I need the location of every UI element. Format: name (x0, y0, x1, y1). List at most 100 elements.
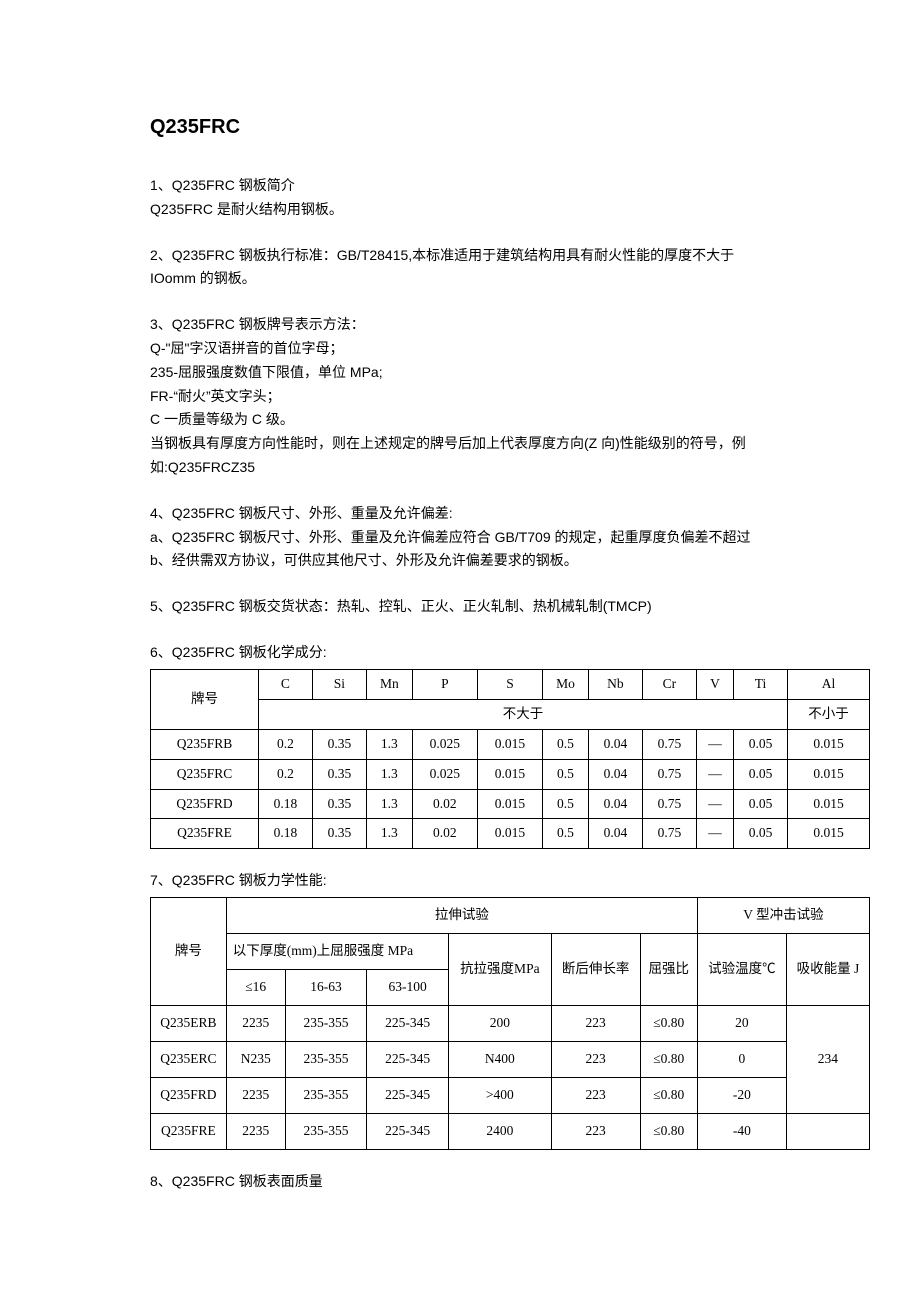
cell: 225-345 (367, 1113, 449, 1149)
cell: 0.015 (788, 789, 870, 819)
section-3-line3: FR-“耐火”英文字头； (150, 385, 780, 409)
section-4-a: a、Q235FRC 钢板尺寸、外形、重量及允许偏差应符合 GB/T709 的规定… (150, 526, 780, 550)
cell: 0.75 (642, 789, 696, 819)
col-impact: V 型冲击试验 (697, 898, 869, 934)
cell: 0.2 (258, 759, 312, 789)
cell: — (696, 729, 733, 759)
cell: -40 (697, 1113, 786, 1149)
document-page: Q235FRC 1、Q235FRC 钢板简介 Q235FRC 是耐火结构用钢板。… (0, 0, 920, 1301)
cell: Q235FRD (151, 789, 259, 819)
col-yield-ratio: 屈强比 (640, 934, 697, 1006)
cell: 0.015 (788, 819, 870, 849)
cell: ≤0.80 (640, 1041, 697, 1077)
cell: 1.3 (366, 819, 412, 849)
table-subheader-row: 不大于 不小于 (151, 699, 870, 729)
cell: ≤0.80 (640, 1113, 697, 1149)
cell: Q235FRE (151, 819, 259, 849)
table-row: Q235FRC 0.2 0.35 1.3 0.025 0.015 0.5 0.0… (151, 759, 870, 789)
cell: 0.05 (734, 729, 788, 759)
cell: 0.2 (258, 729, 312, 759)
cell: 1.3 (366, 759, 412, 789)
cell: 0.18 (258, 789, 312, 819)
section-2: 2、Q235FRC 钢板执行标准：GB/T28415,本标准适用于建筑结构用具有… (150, 244, 780, 292)
cell: Q235ERC (151, 1041, 227, 1077)
section-3-line6: 如:Q235FRCZ35 (150, 456, 780, 480)
section-2-body: 2、Q235FRC 钢板执行标准：GB/T28415,本标准适用于建筑结构用具有… (150, 244, 780, 292)
mechanical-properties-table: 牌号 拉伸试验 V 型冲击试验 以下厚度(mm)上屈服强度 MPa 抗拉强度MP… (150, 897, 870, 1150)
col-cr: Cr (642, 669, 696, 699)
cell: N235 (226, 1041, 285, 1077)
table-row: Q235FRD 2235 235-355 225-345 >400 223 ≤0… (151, 1077, 870, 1113)
section-3-line4: C 一质量等级为 C 级。 (150, 408, 780, 432)
col-grade: 牌号 (151, 898, 227, 1006)
cell: 0 (697, 1041, 786, 1077)
col-mn: Mn (366, 669, 412, 699)
cell: Q235FRE (151, 1113, 227, 1149)
col-al: Al (788, 669, 870, 699)
section-4-heading: 4、Q235FRC 钢板尺寸、外形、重量及允许偏差: (150, 502, 780, 526)
cell: 0.35 (312, 789, 366, 819)
cell: 0.015 (477, 789, 542, 819)
col-p: P (412, 669, 477, 699)
section-3-heading: 3、Q235FRC 钢板牌号表示方法： (150, 313, 780, 337)
section-3-line5: 当钢板具有厚度方向性能时，则在上述规定的牌号后加上代表厚度方向(Z 向)性能级别… (150, 432, 780, 456)
cell: 0.5 (543, 789, 589, 819)
cell: 2400 (448, 1113, 551, 1149)
section-1: 1、Q235FRC 钢板简介 Q235FRC 是耐火结构用钢板。 (150, 174, 780, 222)
cell: 0.05 (734, 819, 788, 849)
page-title: Q235FRC (150, 110, 780, 144)
chemical-composition-table: 牌号 C Si Mn P S Mo Nb Cr V Ti Al 不大于 不小于 … (150, 669, 870, 850)
table-row: Q235ERB 2235 235-355 225-345 200 223 ≤0.… (151, 1005, 870, 1041)
cell (786, 1113, 869, 1149)
cell: 0.015 (477, 729, 542, 759)
cell: 0.35 (312, 819, 366, 849)
cell: 235-355 (285, 1113, 367, 1149)
cell: 225-345 (367, 1077, 449, 1113)
col-elongation: 断后伸长率 (551, 934, 640, 1006)
cell: 2235 (226, 1113, 285, 1149)
section-5: 5、Q235FRC 钢板交货状态：热轧、控轧、正火、正火轧制、热机械轧制(TMC… (150, 595, 780, 619)
section-4-b: b、经供需双方协议，可供应其他尺寸、外形及允许偏差要求的钢板。 (150, 549, 780, 573)
table-row: Q235FRB 0.2 0.35 1.3 0.025 0.015 0.5 0.0… (151, 729, 870, 759)
col-ti: Ti (734, 669, 788, 699)
cell: Q235FRC (151, 759, 259, 789)
cell: Q235FRD (151, 1077, 227, 1113)
col-t3: 63-100 (367, 970, 449, 1006)
col-tensile-strength: 抗拉强度MPa (448, 934, 551, 1006)
section-7-heading: 7、Q235FRC 钢板力学性能: (150, 869, 780, 893)
cell: 2235 (226, 1005, 285, 1041)
cell: 1.3 (366, 729, 412, 759)
cell: 223 (551, 1041, 640, 1077)
table-row: Q235FRE 0.18 0.35 1.3 0.02 0.015 0.5 0.0… (151, 819, 870, 849)
col-c: C (258, 669, 312, 699)
cell: 0.04 (588, 819, 642, 849)
cell: 2235 (226, 1077, 285, 1113)
cell: 0.015 (477, 759, 542, 789)
table-header-row: 牌号 拉伸试验 V 型冲击试验 (151, 898, 870, 934)
col-v: V (696, 669, 733, 699)
cell: 0.5 (543, 819, 589, 849)
cell: 235-355 (285, 1041, 367, 1077)
cell: 0.015 (788, 729, 870, 759)
cell: 0.025 (412, 729, 477, 759)
cell: 0.5 (543, 729, 589, 759)
section-3-line1: Q-"屈"字汉语拼音的首位字母； (150, 337, 780, 361)
section-6-heading: 6、Q235FRC 钢板化学成分: (150, 641, 780, 665)
col-test-temp: 试验温度℃ (697, 934, 786, 1006)
col-mo: Mo (543, 669, 589, 699)
cell: -20 (697, 1077, 786, 1113)
section-4: 4、Q235FRC 钢板尺寸、外形、重量及允许偏差: a、Q235FRC 钢板尺… (150, 502, 780, 573)
cell: 225-345 (367, 1041, 449, 1077)
cell: 0.05 (734, 789, 788, 819)
cell: 0.05 (734, 759, 788, 789)
not-greater-than: 不大于 (258, 699, 787, 729)
cell: 223 (551, 1113, 640, 1149)
cell: 0.015 (477, 819, 542, 849)
table-row: Q235FRE 2235 235-355 225-345 2400 223 ≤0… (151, 1113, 870, 1149)
col-nb: Nb (588, 669, 642, 699)
col-t2: 16-63 (285, 970, 367, 1006)
cell: 1.3 (366, 789, 412, 819)
col-si: Si (312, 669, 366, 699)
table-row: Q235FRD 0.18 0.35 1.3 0.02 0.015 0.5 0.0… (151, 789, 870, 819)
cell: ≤0.80 (640, 1077, 697, 1113)
